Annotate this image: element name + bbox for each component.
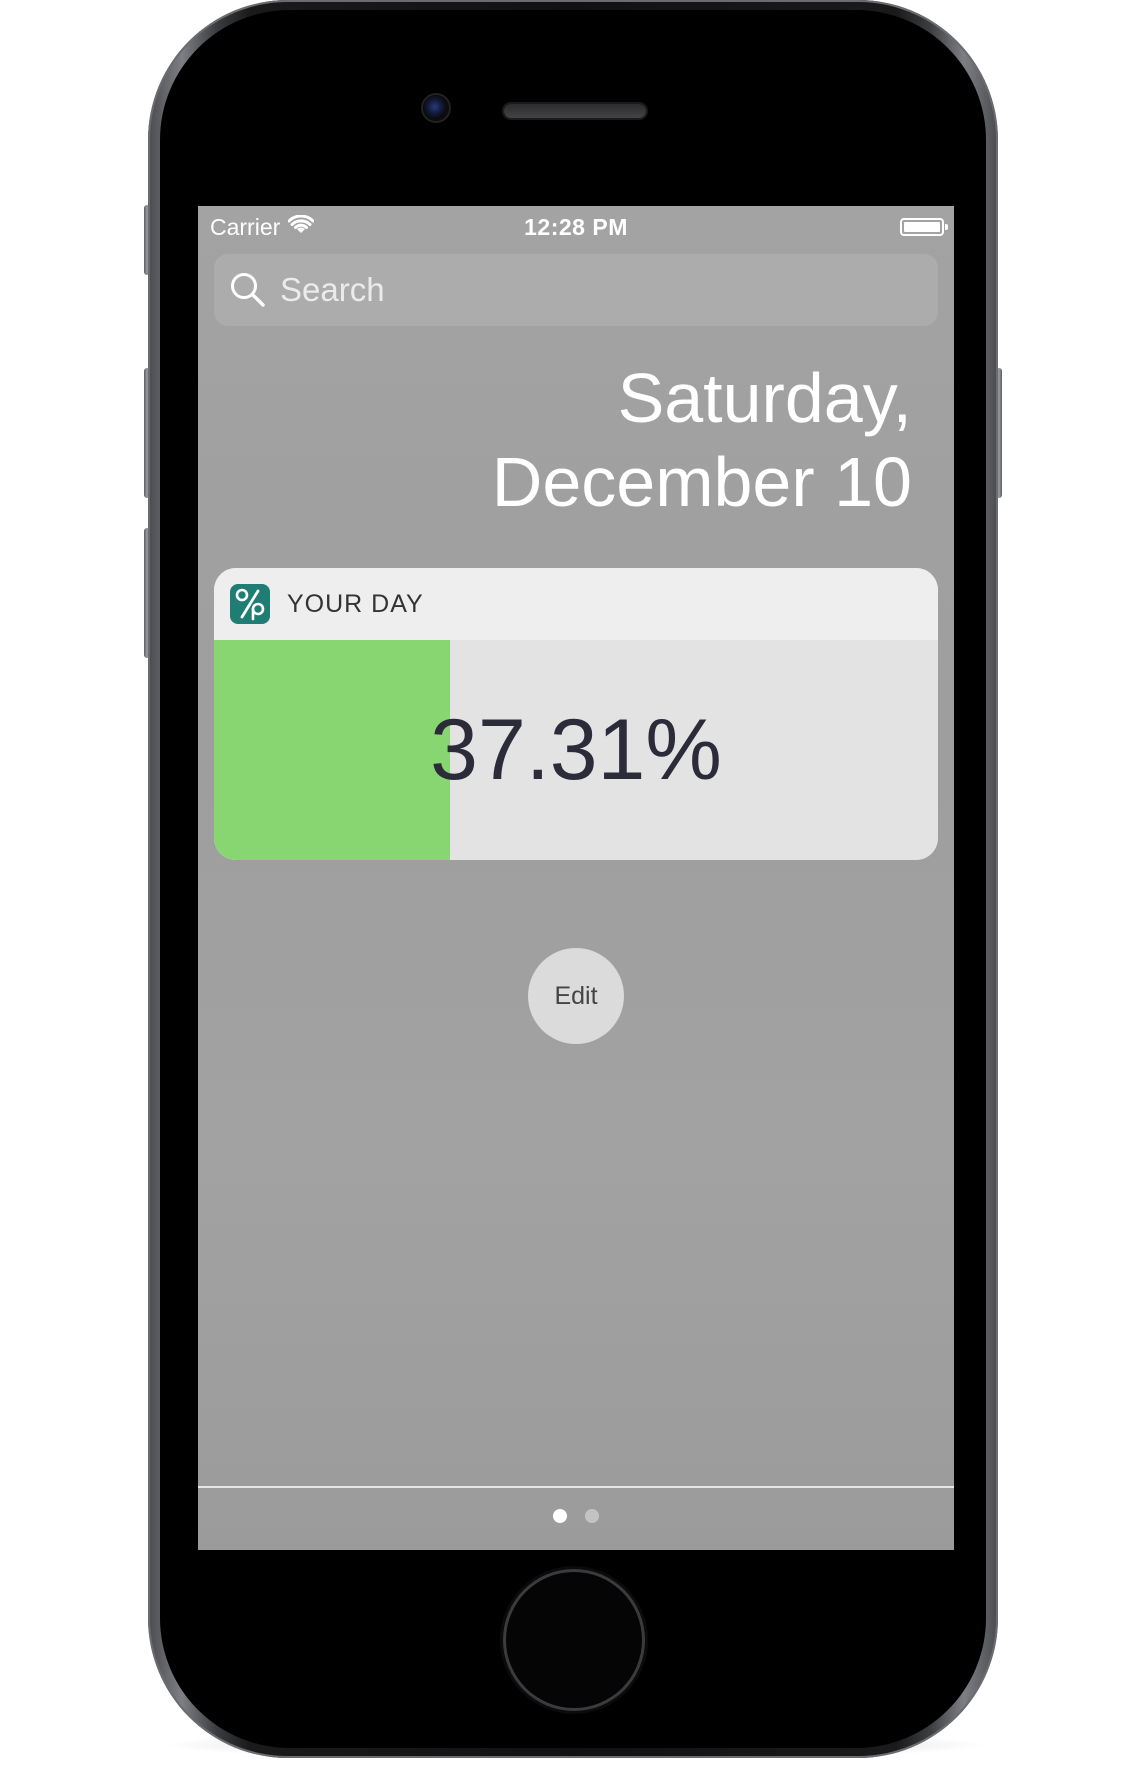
page-indicator[interactable] xyxy=(198,1509,954,1523)
battery-nub xyxy=(945,224,948,230)
today-view-screen: Carrier 12:28 PM Search Saturday, Decemb… xyxy=(198,206,954,1550)
battery-icon xyxy=(900,218,948,236)
day-progress-value: 37.31% xyxy=(430,701,722,798)
battery-fill xyxy=(904,222,940,232)
bottom-divider xyxy=(198,1486,954,1488)
search-bar[interactable]: Search xyxy=(214,254,938,326)
widget-body[interactable]: 37.31% xyxy=(214,640,938,860)
widget-header[interactable]: YOUR DAY xyxy=(214,568,938,640)
search-icon xyxy=(228,270,268,310)
date-heading: Saturday, December 10 xyxy=(492,356,912,524)
status-bar: Carrier 12:28 PM xyxy=(198,206,954,246)
date-day: December 10 xyxy=(491,443,912,521)
edit-button[interactable]: Edit xyxy=(528,948,624,1044)
widget-title: YOUR DAY xyxy=(287,589,424,618)
your-day-widget[interactable]: YOUR DAY 37.31% xyxy=(214,568,938,860)
page-dot[interactable] xyxy=(585,1509,599,1523)
date-weekday: Saturday, xyxy=(617,359,912,437)
status-time: 12:28 PM xyxy=(524,214,628,240)
search-input[interactable]: Search xyxy=(280,271,385,309)
page-dot[interactable] xyxy=(553,1509,567,1523)
front-camera xyxy=(423,95,449,121)
home-button[interactable] xyxy=(506,1572,642,1708)
device-stage: Carrier 12:28 PM Search Saturday, Decemb… xyxy=(0,0,1141,1782)
percent-app-icon xyxy=(230,584,270,624)
earpiece-speaker xyxy=(504,104,646,118)
